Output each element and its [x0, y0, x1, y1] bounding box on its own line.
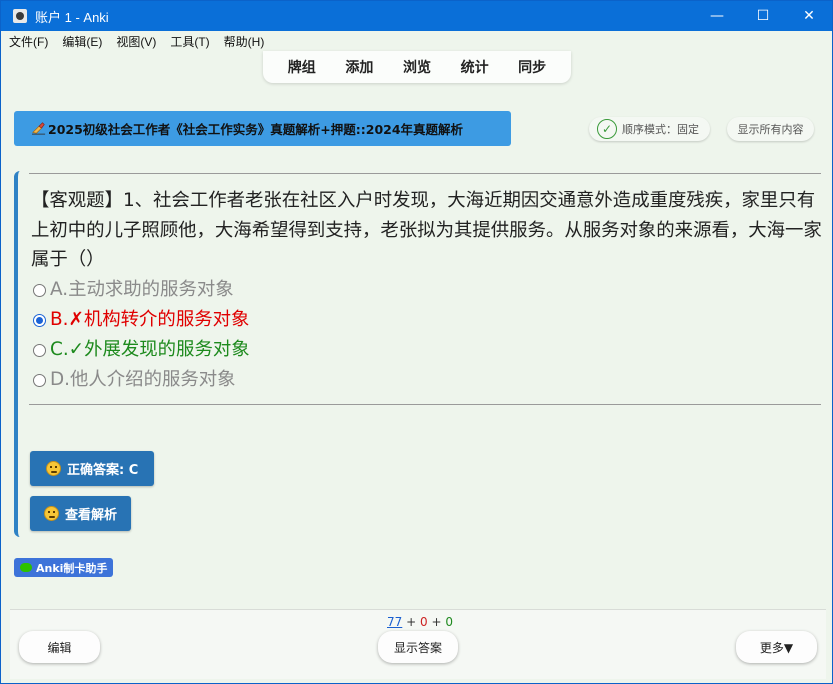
smiley-icon	[46, 461, 61, 476]
question-text: 【客观题】1、社会工作者老张在社区入户时发现，大海近期因交通意外造成重度残疾，家…	[31, 190, 822, 270]
thinking-face-icon	[44, 506, 59, 521]
correct-answer-button[interactable]: 正确答案: C	[30, 451, 155, 486]
menu-file[interactable]: 文件(F)	[9, 33, 48, 50]
check-circle-icon: ✓	[597, 119, 617, 139]
toolbar-stats[interactable]: 统计	[461, 57, 489, 77]
option-d-label: D.他人介绍的服务对象	[50, 369, 236, 390]
toolbar-add[interactable]: 添加	[345, 57, 373, 77]
show-all-label: 显示所有内容	[737, 123, 804, 136]
toolbar-decks[interactable]: 牌组	[288, 57, 316, 77]
wechat-icon	[20, 563, 32, 572]
more-button[interactable]: 更多▼	[736, 631, 817, 663]
card-divider-top	[29, 173, 821, 174]
anki-window: 账户 1 - Anki — ☐ ✕ 文件(F) 编辑(E) 视图(V) 工具(T…	[0, 0, 833, 684]
option-b[interactable]: B.✗机构转介的服务对象	[33, 305, 249, 335]
edit-button[interactable]: 编辑	[19, 631, 100, 663]
correct-answer-label: 正确答案: C	[67, 463, 139, 478]
option-b-label: B.✗机构转介的服务对象	[50, 309, 250, 330]
maximize-button[interactable]: ☐	[740, 1, 786, 31]
order-mode-label: 顺序模式：固定	[622, 123, 699, 136]
view-analysis-button[interactable]: 查看解析	[30, 496, 132, 531]
menu-help[interactable]: 帮助(H)	[224, 33, 265, 50]
radio-unchecked-icon[interactable]	[33, 343, 46, 357]
writing-hand-icon	[32, 122, 46, 135]
option-c-label: C.✓外展发现的服务对象	[50, 339, 250, 360]
menu-view[interactable]: 视图(V)	[116, 33, 156, 50]
minimize-button[interactable]: —	[694, 1, 740, 31]
option-d[interactable]: D.他人介绍的服务对象	[33, 365, 236, 395]
main-toolbar: 牌组 添加 浏览 统计 同步	[263, 51, 571, 83]
helper-label: Anki制卡助手	[36, 561, 108, 575]
count-plus: +	[406, 615, 417, 629]
close-button[interactable]: ✕	[786, 1, 832, 31]
deck-name: 2025初级社会工作者《社会工作实务》真题解析+押题::2024年真题解析	[48, 122, 464, 137]
radio-unchecked-icon[interactable]	[33, 283, 46, 297]
window-title: 账户 1 - Anki	[35, 9, 109, 25]
show-answer-button[interactable]: 显示答案	[378, 631, 458, 663]
show-all-button[interactable]: 显示所有内容	[727, 117, 814, 141]
order-mode-toggle[interactable]: ✓ 顺序模式：固定	[589, 117, 710, 141]
new-count[interactable]: 77	[387, 615, 402, 629]
learn-count: 0	[420, 615, 428, 629]
review-count: 0	[445, 615, 453, 629]
anki-app-icon	[13, 9, 27, 23]
option-a[interactable]: A.主动求助的服务对象	[33, 275, 234, 305]
menu-edit[interactable]: 编辑(E)	[62, 33, 102, 50]
card-divider-bottom	[29, 404, 821, 405]
toolbar-sync[interactable]: 同步	[518, 57, 546, 77]
radio-checked-icon[interactable]	[33, 313, 46, 327]
deck-banner: 2025初级社会工作者《社会工作实务》真题解析+押题::2024年真题解析	[14, 111, 511, 146]
title-bar: 账户 1 - Anki — ☐ ✕	[1, 1, 832, 31]
due-counts: 77 + 0 + 0	[387, 615, 453, 629]
view-analysis-label: 查看解析	[65, 508, 118, 523]
toolbar-browse[interactable]: 浏览	[403, 57, 431, 77]
count-plus: +	[431, 615, 442, 629]
radio-unchecked-icon[interactable]	[33, 373, 46, 387]
helper-badge[interactable]: Anki制卡助手	[14, 558, 114, 577]
option-a-label: A.主动求助的服务对象	[50, 279, 234, 300]
menu-tools[interactable]: 工具(T)	[170, 33, 209, 50]
menu-bar: 文件(F) 编辑(E) 视图(V) 工具(T) 帮助(H)	[9, 31, 279, 51]
option-c[interactable]: C.✓外展发现的服务对象	[33, 335, 250, 365]
